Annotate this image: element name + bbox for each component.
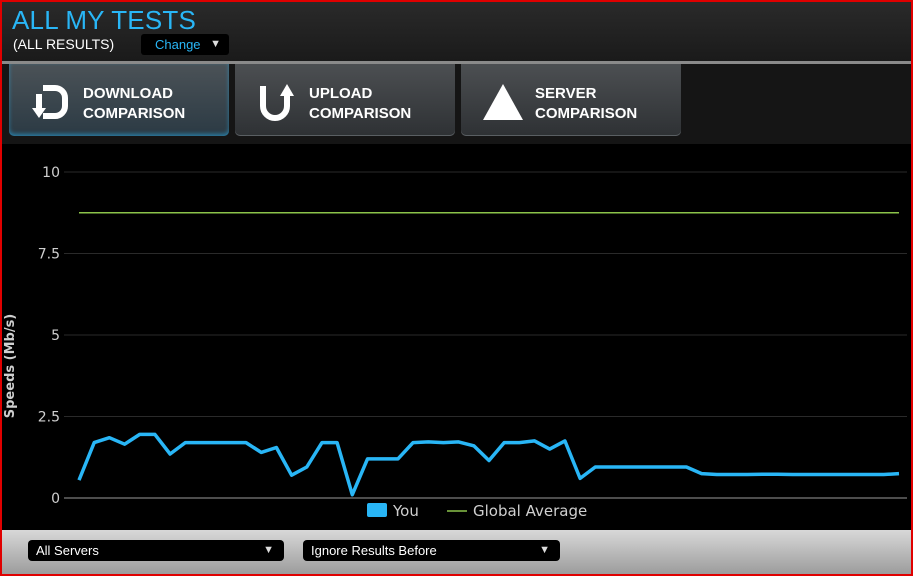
tab-download-comparison[interactable]: DOWNLOAD COMPARISON	[9, 64, 229, 136]
dropdown-arrow-icon: ▼	[210, 38, 221, 50]
y-tick-label: 10	[42, 165, 60, 181]
change-dropdown-label: Change	[155, 37, 201, 52]
speed-chart-svg: 0 2.5 5 7.5 10 Speeds (Mb/s) You Global Aver…	[3, 165, 907, 520]
app-frame: ALL MY TESTS (ALL RESULTS) Change ▼ DOWN…	[0, 0, 913, 576]
y-tick-label: 7.5	[38, 247, 60, 263]
download-arrow-icon	[32, 85, 68, 119]
dropdown-arrow-icon: ▼	[539, 544, 550, 556]
change-dropdown[interactable]: Change ▼	[141, 34, 229, 55]
y-tick-label: 2.5	[38, 410, 60, 426]
results-filter-label: (ALL RESULTS)	[13, 36, 115, 52]
tab-download-label: DOWNLOAD COMPARISON	[83, 85, 186, 122]
y-axis-label: Speeds (Mb/s)	[3, 314, 18, 418]
tab-upload-comparison[interactable]: UPLOAD COMPARISON	[235, 64, 455, 136]
header: ALL MY TESTS (ALL RESULTS) Change ▼	[2, 2, 911, 64]
y-tick-label: 5	[51, 328, 60, 344]
ignore-results-before-label: Ignore Results Before	[311, 543, 437, 558]
tab-server-label: SERVER COMPARISON	[535, 85, 638, 122]
series-line-you	[77, 432, 900, 497]
tab-upload-label: UPLOAD COMPARISON	[309, 85, 412, 122]
footer-toolbar: All Servers ▼ Ignore Results Before ▼	[2, 530, 911, 574]
server-filter-dropdown[interactable]: All Servers ▼	[28, 540, 284, 561]
ignore-results-before-dropdown[interactable]: Ignore Results Before ▼	[303, 540, 560, 561]
comparison-tabs: DOWNLOAD COMPARISON UPLOAD COMPARISON SE…	[2, 64, 911, 144]
legend-you-swatch	[367, 503, 387, 517]
speed-chart: 0 2.5 5 7.5 10 Speeds (Mb/s) You Global Aver…	[2, 144, 911, 530]
upload-arrow-icon	[260, 84, 294, 121]
server-filter-label: All Servers	[36, 543, 99, 558]
dropdown-arrow-icon: ▼	[263, 544, 274, 556]
page-title: ALL MY TESTS	[12, 5, 196, 35]
y-tick-label: 0	[51, 491, 60, 507]
legend-global-average-label: Global Average	[473, 502, 587, 520]
triangle-icon	[483, 84, 523, 120]
tab-server-comparison[interactable]: SERVER COMPARISON	[461, 64, 681, 136]
legend-you-label: You	[392, 502, 419, 520]
